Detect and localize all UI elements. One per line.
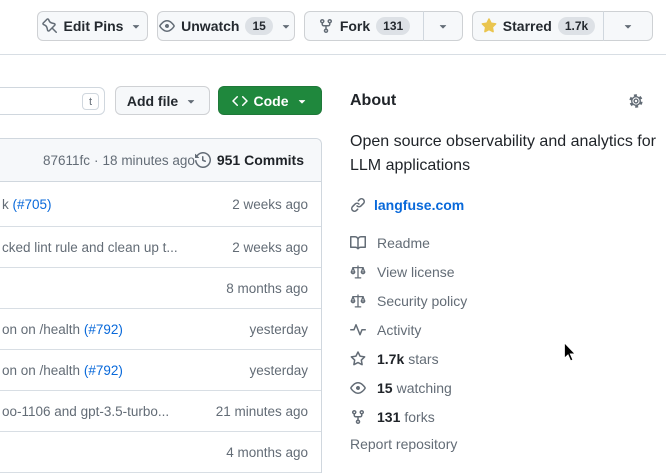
chevron-down-icon	[129, 19, 143, 33]
watching-link[interactable]: 15 watching	[350, 373, 656, 402]
activity-link[interactable]: Activity	[350, 315, 656, 344]
fork-dropdown-button[interactable]	[423, 11, 463, 41]
code-label: Code	[254, 93, 289, 109]
commit-separator: ·	[94, 153, 99, 168]
commit-age: yesterday	[249, 363, 308, 378]
unwatch-button[interactable]: Unwatch 15	[157, 11, 295, 41]
edit-pins-button[interactable]: Edit Pins	[37, 11, 148, 41]
commit-history-link[interactable]: 951 Commits	[195, 152, 304, 168]
latest-commit-bar: 87611fc · 18 minutes ago 951 Commits	[0, 139, 321, 182]
repo-description: Open source observability and analytics …	[350, 130, 656, 178]
pr-link[interactable]: (#792)	[84, 363, 123, 378]
law-icon	[350, 293, 366, 309]
pulse-icon	[350, 322, 366, 338]
watching-count: 15	[377, 380, 393, 396]
keyboard-shortcut-hint: t	[82, 93, 99, 110]
about-links: Readme View license Security policy Acti…	[350, 228, 656, 431]
license-link[interactable]: View license	[350, 257, 656, 286]
forks-link[interactable]: 131 forks	[350, 402, 656, 431]
chevron-down-icon	[436, 19, 450, 33]
fork-button-group: Fork 131	[304, 11, 463, 41]
commit-age: 4 months ago	[226, 445, 308, 460]
file-row[interactable]: on on /health (#792) yesterday	[0, 350, 321, 391]
edit-pins-label: Edit Pins	[64, 18, 124, 34]
latest-commit-link[interactable]: 87611fc · 18 minutes ago	[43, 153, 195, 168]
stars-count-badge: 1.7k	[558, 17, 595, 35]
star-icon	[350, 351, 366, 367]
pr-link[interactable]: (#705)	[13, 197, 52, 212]
star-filled-icon	[481, 18, 497, 34]
eye-icon	[350, 380, 366, 396]
commit-time: 18 minutes ago	[103, 153, 195, 168]
file-tree-table: 87611fc · 18 minutes ago 951 Commits k (…	[0, 138, 322, 473]
stars-count: 1.7k	[377, 351, 404, 367]
link-icon	[350, 197, 366, 213]
gear-icon[interactable]	[628, 93, 644, 109]
code-icon	[232, 93, 248, 109]
add-file-label: Add file	[127, 93, 178, 109]
star-dropdown-button[interactable]	[603, 11, 653, 41]
pin-icon	[42, 18, 58, 34]
website-row[interactable]: langfuse.com	[350, 197, 656, 213]
fork-button[interactable]: Fork 131	[304, 11, 423, 41]
file-row[interactable]: on on /health (#792) yesterday	[0, 309, 321, 350]
commit-age: 2 weeks ago	[232, 240, 308, 255]
website-link[interactable]: langfuse.com	[374, 197, 464, 213]
eye-icon	[159, 18, 175, 34]
starred-label: Starred	[503, 18, 552, 34]
file-row[interactable]: 8 months ago	[0, 268, 321, 309]
commit-message[interactable]: on on /health (#792)	[2, 363, 123, 378]
watchers-count-badge: 15	[245, 17, 272, 35]
security-policy-link[interactable]: Security policy	[350, 286, 656, 315]
commit-age: 2 weeks ago	[232, 197, 308, 212]
report-repository-link[interactable]: Report repository	[350, 436, 656, 452]
fork-label: Fork	[340, 18, 370, 34]
readme-link[interactable]: Readme	[350, 228, 656, 257]
commits-count-label: 951 Commits	[217, 152, 304, 168]
history-icon	[195, 152, 211, 168]
forks-count: 131	[377, 409, 400, 425]
fork-icon	[318, 18, 334, 34]
file-row[interactable]: oo-1106 and gpt-3.5-turbo... 21 minutes …	[0, 391, 321, 432]
commit-hash[interactable]: 87611fc	[43, 153, 90, 168]
forks-count-badge: 131	[376, 17, 410, 35]
book-icon	[350, 235, 366, 251]
chevron-down-icon	[279, 19, 293, 33]
file-row[interactable]: k (#705) 2 weeks ago	[0, 182, 321, 227]
commit-message[interactable]: on on /health (#792)	[2, 322, 123, 337]
commit-message[interactable]: k (#705)	[2, 197, 52, 212]
commit-message[interactable]: oo-1106 and gpt-3.5-turbo...	[2, 404, 169, 419]
law-icon	[350, 264, 366, 280]
add-file-button[interactable]: Add file	[115, 86, 210, 115]
stars-link[interactable]: 1.7k stars	[350, 344, 656, 373]
repo-action-bar: Edit Pins Unwatch 15 Fork 131 Starred 1.…	[0, 0, 666, 55]
commit-age: 21 minutes ago	[216, 404, 308, 419]
starred-button[interactable]: Starred 1.7k	[472, 11, 603, 41]
commit-message[interactable]: cked lint rule and clean up t...	[2, 240, 178, 255]
fork-icon	[350, 409, 366, 425]
pr-link[interactable]: (#792)	[84, 322, 123, 337]
about-title: About	[350, 92, 396, 110]
commit-age: yesterday	[249, 322, 308, 337]
star-button-group: Starred 1.7k	[472, 11, 653, 41]
file-row[interactable]: cked lint rule and clean up t... 2 weeks…	[0, 227, 321, 268]
code-button[interactable]: Code	[218, 86, 322, 115]
about-sidebar: About Open source observability and anal…	[350, 84, 656, 452]
chevron-down-icon	[621, 19, 635, 33]
file-row[interactable]: 4 months ago	[0, 432, 321, 473]
commit-age: 8 months ago	[226, 281, 308, 296]
unwatch-label: Unwatch	[181, 18, 239, 34]
chevron-down-icon	[295, 94, 309, 108]
chevron-down-icon	[184, 94, 198, 108]
